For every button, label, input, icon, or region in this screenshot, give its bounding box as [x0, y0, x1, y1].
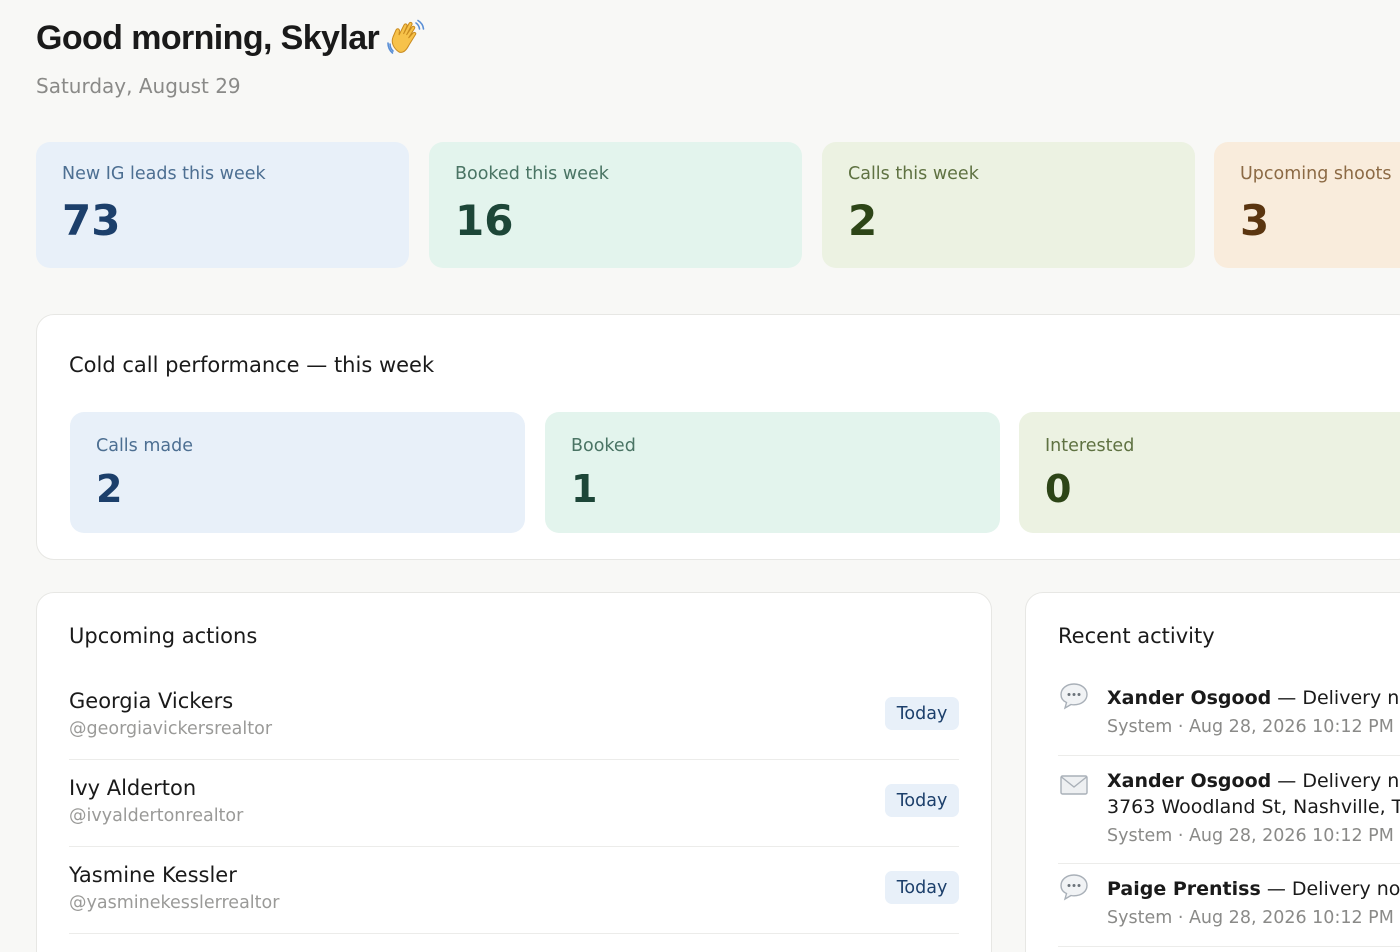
stat-label: Calls this week: [848, 164, 979, 184]
stat-label: Booked this week: [455, 164, 609, 184]
activity-headline: Xander Osgood — Delivery not: [1107, 770, 1400, 792]
speech-bubble-icon: [1060, 683, 1088, 710]
page-title: Good morning, Skylar: [36, 18, 427, 58]
perf-card-calls-made: Calls made 2: [70, 412, 525, 533]
activity-meta: System · Aug 28, 2026 10:12 PM: [1107, 717, 1394, 737]
perf-card-interested: Interested 0: [1019, 412, 1400, 533]
stat-card-booked[interactable]: Booked this week 16: [429, 142, 802, 268]
action-name: Georgia Vickers: [69, 689, 234, 713]
stat-label: New IG leads this week: [62, 164, 266, 184]
activity-text: — Delivery not: [1277, 770, 1400, 792]
cold-call-panel: Cold call performance — this week Calls …: [36, 314, 1400, 560]
recent-activity-title: Recent activity: [1058, 624, 1215, 648]
current-date: Saturday, August 29: [36, 74, 241, 98]
stat-value: 2: [848, 196, 878, 245]
action-row[interactable]: Ivy Alderton @ivyaldertonrealtor Today: [69, 760, 959, 847]
waving-hand-icon: [387, 19, 425, 54]
activity-item[interactable]: Xander Osgood — Delivery not 3763 Woodla…: [1058, 756, 1400, 864]
upcoming-actions-panel: Upcoming actions Georgia Vickers @georgi…: [36, 592, 992, 952]
recent-activity-panel: Recent activity Xander Osgood — Delivery…: [1025, 592, 1400, 952]
stat-card-upcoming-shoots[interactable]: Upcoming shoots 3: [1214, 142, 1400, 268]
activity-item[interactable]: Paige Prentiss — Delivery notif System ·…: [1058, 864, 1400, 947]
activity-actor: Paige Prentiss: [1107, 878, 1261, 900]
activity-item[interactable]: Xander Osgood — Delivery not System · Au…: [1058, 673, 1400, 756]
activity-headline: Paige Prentiss — Delivery notif: [1107, 878, 1400, 900]
stat-value: 3: [1240, 196, 1270, 245]
greeting-text: Good morning, Skylar: [36, 18, 380, 57]
envelope-icon: [1060, 775, 1088, 795]
activity-actor: Xander Osgood: [1107, 770, 1272, 792]
perf-value: 0: [1045, 467, 1072, 511]
perf-label: Booked: [571, 436, 636, 456]
upcoming-actions-title: Upcoming actions: [69, 624, 258, 648]
speech-bubble-icon: [1060, 874, 1088, 901]
activity-meta: System · Aug 28, 2026 10:12 PM: [1107, 908, 1394, 928]
perf-card-booked: Booked 1: [545, 412, 1000, 533]
perf-label: Interested: [1045, 436, 1135, 456]
action-name: Yasmine Kessler: [69, 863, 237, 887]
activity-text: — Delivery not: [1277, 687, 1400, 709]
perf-value: 1: [571, 467, 598, 511]
stat-card-calls[interactable]: Calls this week 2: [822, 142, 1195, 268]
action-handle: @georgiavickersrealtor: [69, 719, 273, 739]
perf-label: Calls made: [96, 436, 193, 456]
activity-actor: Xander Osgood: [1107, 687, 1272, 709]
cold-call-title: Cold call performance — this week: [69, 353, 435, 377]
activity-headline: Xander Osgood — Delivery not: [1107, 687, 1400, 709]
action-name: Ivy Alderton: [69, 776, 197, 800]
due-badge: Today: [885, 784, 959, 817]
stat-label: Upcoming shoots: [1240, 164, 1392, 184]
stat-card-ig-leads[interactable]: New IG leads this week 73: [36, 142, 409, 268]
stat-value: 73: [62, 196, 121, 245]
action-handle: @yasminekesslerrealtor: [69, 893, 280, 913]
action-row[interactable]: Georgia Vickers @georgiavickersrealtor T…: [69, 673, 959, 760]
action-handle: @ivyaldertonrealtor: [69, 806, 244, 826]
action-row[interactable]: Yasmine Kessler @yasminekesslerrealtor T…: [69, 847, 959, 934]
due-badge: Today: [885, 697, 959, 730]
activity-meta: System · Aug 28, 2026 10:12 PM: [1107, 826, 1394, 846]
due-badge: Today: [885, 871, 959, 904]
activity-text: — Delivery notif: [1266, 878, 1400, 900]
stat-value: 16: [455, 196, 514, 245]
perf-value: 2: [96, 467, 123, 511]
activity-address: 3763 Woodland St, Nashville, T: [1107, 796, 1400, 818]
